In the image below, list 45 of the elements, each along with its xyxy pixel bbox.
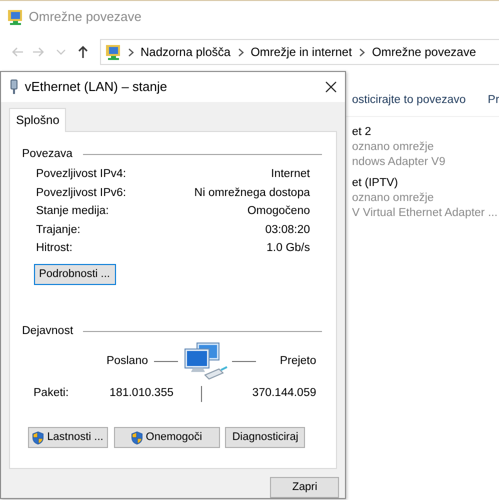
field-label: Stanje medija: xyxy=(36,204,109,220)
details-button[interactable]: Podrobnosti ... xyxy=(34,264,116,286)
network-folder-icon xyxy=(104,44,120,60)
breadcrumb-item[interactable]: Omrežje in internet xyxy=(250,43,352,61)
up-arrow-icon[interactable] xyxy=(76,45,90,59)
column-label: Poslano xyxy=(105,354,148,369)
dialog-title: vEthernet (LAN) – stanje xyxy=(24,78,168,96)
close-button[interactable]: Zapri xyxy=(270,477,340,498)
toolbar-command[interactable]: Pr xyxy=(488,92,499,110)
group-heading: Povezava xyxy=(22,146,73,162)
field-value: Omogočeno xyxy=(247,204,310,220)
action-button[interactable]: Diagnosticiraj xyxy=(225,427,306,448)
window-title: Omrežne povezave xyxy=(28,8,142,26)
field-value: 03:08:20 xyxy=(265,222,310,238)
breadcrumb-item[interactable]: Nadzorna plošča xyxy=(140,43,231,61)
adapter-name: ndows Adapter V9 xyxy=(352,155,446,170)
address-bar[interactable]: Nadzorna plošča Omrežje in internet Omrežne povezave xyxy=(100,39,499,65)
network-folder-icon xyxy=(7,9,23,25)
field-value: 1.0 Gb/s xyxy=(266,241,310,256)
chevron-icon xyxy=(358,48,365,56)
sent-count: 181.010.355 xyxy=(108,386,174,401)
close-icon[interactable] xyxy=(325,80,337,93)
chevron-icon xyxy=(128,48,134,56)
connection-status: oznano omrežje xyxy=(352,190,435,206)
connector-icon xyxy=(9,78,19,95)
breadcrumb-item[interactable]: Omrežne povezave xyxy=(372,43,476,61)
chevron-icon xyxy=(238,48,244,56)
column-label: Prejeto xyxy=(278,354,318,369)
connection-status: oznano omrežje xyxy=(352,140,435,155)
group-heading: Dejavnost xyxy=(22,324,74,340)
field-label: Povezljivost IPv6: xyxy=(36,186,126,201)
field-label: Paketi: xyxy=(34,386,70,401)
connection-name[interactable]: et (IPTV) xyxy=(352,176,499,191)
received-count: 370.144.059 xyxy=(251,386,316,401)
tab[interactable]: Splošno xyxy=(9,108,66,132)
field-value: Ni omrežnega dostopa xyxy=(194,186,310,201)
action-button[interactable]: Onemogoči xyxy=(114,427,220,448)
connection-name[interactable]: et 2 xyxy=(352,125,499,140)
field-label: Hitrost: xyxy=(36,241,72,256)
adapter-name: V Virtual Ethernet Adapter ... xyxy=(352,206,499,221)
field-label: Trajanje: xyxy=(36,222,80,238)
action-button[interactable]: Lastnosti ... xyxy=(28,427,108,448)
field-label: Povezljivost IPv4: xyxy=(36,167,126,182)
toolbar-command[interactable]: osticirajte to povezavo xyxy=(352,92,466,110)
field-value: Internet xyxy=(271,167,310,182)
